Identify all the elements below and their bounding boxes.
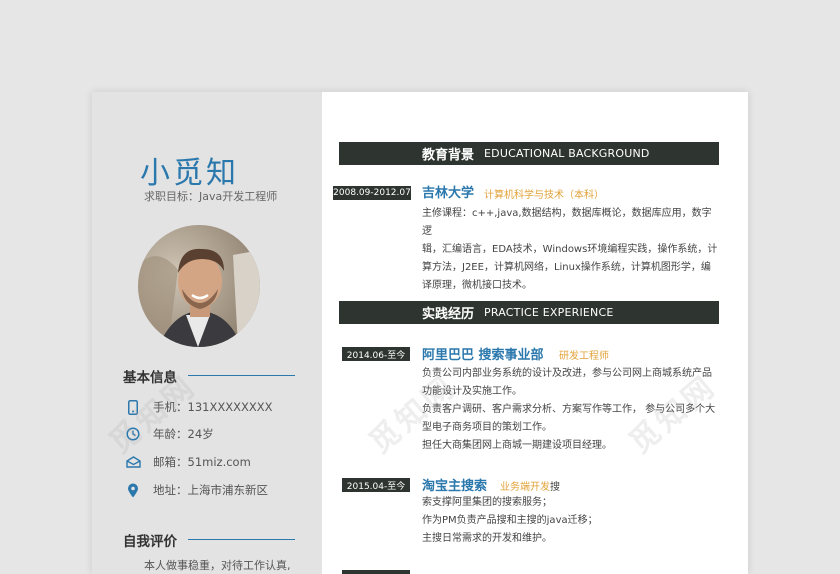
job-role-suffix: 搜 [550,482,560,493]
job-role: 业务端开发搜 [500,478,560,493]
major: 计算机科学与技术（本科） [484,190,604,201]
phone-text: 手机：131XXXXXXXX [153,400,273,414]
desc-line: 辑，汇编语言，EDA技术，Windows环境编程实践，操作系统，计 [422,244,718,255]
main-content: 教育背景 EDUCATIONAL BACKGROUND 2008.09-2012… [322,92,748,574]
phone-row: 手机：131XXXXXXXX [125,398,272,416]
desc-line: 索支撑阿里集团的搜索服务； [422,497,552,508]
email-text: 邮箱：51miz.com [153,455,251,469]
desc-line: 担任大商集团网上商城一期建设项目经理。 [422,440,612,451]
cropped-date [342,570,410,574]
desc-line: 译原理，微机接口技术。 [422,280,532,291]
resume-page: 小觅知 求职目标：Java开发工程师 基本信息 手机：131XXXXXXXX 年… [92,92,748,574]
job-date: 2014.06-至今 [342,347,410,361]
education-banner: 教育背景 EDUCATIONAL BACKGROUND [339,142,719,165]
age-icon [125,426,141,442]
practice-title-en: PRACTICE EXPERIENCE [484,306,614,319]
job-role: 研发工程师 [559,351,609,362]
desc-line: 负责客户调研、客户需求分析、方案写作等工作， 参与公司多个大 [422,404,716,415]
job-org: 淘宝主搜索 [422,479,488,494]
phone-icon [125,399,141,415]
sidebar: 小觅知 求职目标：Java开发工程师 基本信息 手机：131XXXXXXXX 年… [92,92,322,574]
self-eval-title: 自我评价 [123,534,177,550]
job-desc: 负责公司内部业务系统的设计及改进，参与公司网上商城系统产品 功能设计及实施工作。… [422,365,718,455]
avatar [138,225,260,347]
job-org: 阿里巴巴 搜索事业部 [422,348,544,363]
practice-banner: 实践经历 PRACTICE EXPERIENCE [339,301,719,324]
address-text: 地址：上海市浦东新区 [153,483,268,497]
job-role-label: 业务端开发 [500,482,550,493]
desc-line: 主修课程：c++,java,数据结构，数据库概论，数据库应用，数字逻 [422,208,712,237]
mail-icon [125,454,141,470]
practice-title-cn: 实践经历 [422,307,475,322]
job-desc: 索支撑阿里集团的搜索服务； 作为PM负责产品搜和主搜的java迁移； 主搜日常需… [422,494,718,548]
address-row: 地址：上海市浦东新区 [125,481,268,499]
self-eval-text: 本人做事稳重，对待工作认真, [144,559,291,572]
section-divider [188,539,295,540]
job-date: 2015.04-至今 [342,478,410,492]
candidate-name: 小觅知 [140,156,239,191]
job-objective: 求职目标：Java开发工程师 [144,190,278,203]
education-title-en: EDUCATIONAL BACKGROUND [484,147,650,160]
email-row: 邮箱：51miz.com [125,453,251,471]
education-desc: 主修课程：c++,java,数据结构，数据库概论，数据库应用，数字逻 辑，汇编语… [422,205,718,295]
desc-line: 型电子商务项目的策划工作。 [422,422,552,433]
desc-line: 负责公司内部业务系统的设计及改进，参与公司网上商城系统产品 [422,368,712,379]
school-name: 吉林大学 [422,186,475,201]
desc-line: 功能设计及实施工作。 [422,386,522,397]
education-title-cn: 教育背景 [422,148,475,163]
education-date: 2008.09-2012.07 [333,186,411,200]
section-divider [188,375,295,376]
age-text: 年龄：24岁 [153,427,214,441]
basic-info-title: 基本信息 [123,370,177,386]
location-icon [125,482,141,498]
desc-line: 主搜日常需求的开发和维护。 [422,533,552,544]
age-row: 年龄：24岁 [125,425,214,443]
desc-line: 算方法，J2EE，计算机网络，Linux操作系统，计算机图形学，编 [422,262,711,273]
desc-line: 作为PM负责产品搜和主搜的java迁移； [422,515,598,526]
